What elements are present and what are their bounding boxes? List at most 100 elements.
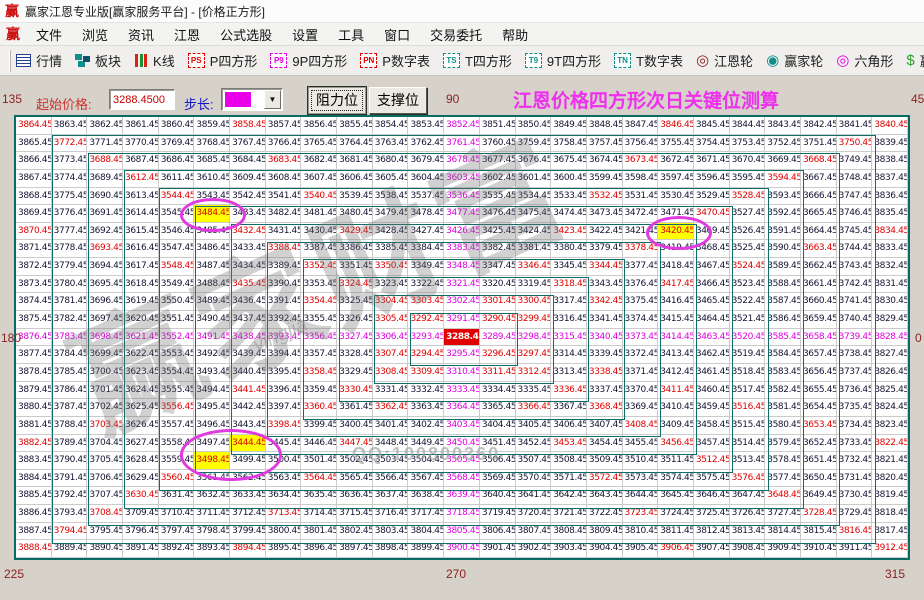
price-cell: 3288.45 xyxy=(444,329,480,347)
toolbar-item[interactable]: ◎江恩轮 xyxy=(696,51,753,70)
price-cell: 3617.45 xyxy=(123,258,159,276)
start-price-input[interactable] xyxy=(109,89,175,110)
menu-logo-icon: 赢 xyxy=(6,27,20,41)
price-cell: 3308.45 xyxy=(373,364,409,382)
price-cell: 3786.45 xyxy=(52,382,88,400)
menu-item[interactable]: 浏览 xyxy=(72,25,118,44)
price-cell: 3509.45 xyxy=(587,452,623,470)
menu-item[interactable]: 文件 xyxy=(26,25,72,44)
toolbar-item[interactable]: P99P四方形 xyxy=(270,51,347,70)
price-cell: 3379.45 xyxy=(587,240,623,258)
price-cell: 3840.45 xyxy=(872,117,908,135)
price-cell: 3353.45 xyxy=(301,276,337,294)
menu-item[interactable]: 公式选股 xyxy=(210,25,282,44)
chevron-down-icon[interactable]: ▼ xyxy=(264,90,281,109)
toolbar-item[interactable]: T99T四方形 xyxy=(525,51,601,70)
toolbar-item[interactable]: 板块 xyxy=(75,51,121,70)
main-content: 135 起始价格: 步长: ▼ 阻力位 支撑位 90 江恩价格四方形次日关键位测… xyxy=(0,76,924,600)
price-cell: 3745.45 xyxy=(837,223,873,241)
price-cell: 3728.45 xyxy=(801,505,837,523)
menu-item[interactable]: 江恩 xyxy=(164,25,210,44)
price-cell: 3596.45 xyxy=(694,170,730,188)
price-cell: 3744.45 xyxy=(837,240,873,258)
price-cell: 3470.45 xyxy=(694,205,730,223)
menu-item[interactable]: 帮助 xyxy=(492,25,538,44)
price-cell: 3570.45 xyxy=(516,470,552,488)
menu-item[interactable]: 窗口 xyxy=(374,25,420,44)
price-cell: 3463.45 xyxy=(694,329,730,347)
price-cell: 3556.45 xyxy=(159,399,195,417)
price-cell: 3437.45 xyxy=(230,311,266,329)
step-label: 步长: xyxy=(184,94,214,113)
menu-item[interactable]: 设置 xyxy=(282,25,328,44)
price-cell: 3314.45 xyxy=(551,346,587,364)
toolbar-item[interactable]: PSP四方形 xyxy=(188,51,258,70)
toolbar-item-label: 六角形 xyxy=(854,51,893,70)
price-cell: 3647.45 xyxy=(730,487,766,505)
price-cell: 3453.45 xyxy=(551,435,587,453)
toolbar-item[interactable]: TST四方形 xyxy=(443,51,512,70)
price-cell: 3599.45 xyxy=(587,170,623,188)
price-cell: 3566.45 xyxy=(373,470,409,488)
price-cell: 3687.45 xyxy=(123,152,159,170)
toolbar-item-label: P四方形 xyxy=(210,51,258,70)
price-cell: 3343.45 xyxy=(587,276,623,294)
toolbar-item[interactable]: 行情 xyxy=(16,51,62,70)
price-cell: 3816.45 xyxy=(837,523,873,541)
toolbar-item[interactable]: ◎六角形 xyxy=(836,51,893,70)
price-cell: 3499.45 xyxy=(230,452,266,470)
step-color-dropdown[interactable]: ▼ xyxy=(221,88,283,111)
price-cell: 3653.45 xyxy=(801,417,837,435)
support-button[interactable]: 支撑位 xyxy=(369,87,427,114)
price-cell: 3904.45 xyxy=(587,540,623,558)
price-cell: 3911.45 xyxy=(837,540,873,558)
price-cell: 3607.45 xyxy=(301,170,337,188)
price-cell: 3869.45 xyxy=(16,205,52,223)
price-cell: 3589.45 xyxy=(765,258,801,276)
price-cell: 3769.45 xyxy=(159,135,195,153)
price-cell: 3538.45 xyxy=(373,188,409,206)
price-cell: 3709.45 xyxy=(123,505,159,523)
price-cell: 3732.45 xyxy=(837,452,873,470)
menu-bar: 赢 文件浏览资讯江恩公式选股设置工具窗口交易委托帮助 xyxy=(0,23,924,46)
price-cell: 3362.45 xyxy=(373,399,409,417)
step-color-swatch xyxy=(225,92,251,107)
price-cell: 3489.45 xyxy=(194,293,230,311)
price-cell: 3613.45 xyxy=(123,188,159,206)
price-cell: 3372.45 xyxy=(623,346,659,364)
price-cell: 3358.45 xyxy=(301,364,337,382)
price-cell: 3461.45 xyxy=(694,364,730,382)
price-cell: 3552.45 xyxy=(159,329,195,347)
price-cell: 3814.45 xyxy=(765,523,801,541)
price-cell: 3313.45 xyxy=(551,364,587,382)
price-grid: 3864.453863.453862.453861.453860.453859.… xyxy=(16,117,908,558)
price-cell: 3813.45 xyxy=(730,523,766,541)
price-cell: 3801.45 xyxy=(301,523,337,541)
toolbar-item[interactable]: $赢家服务 xyxy=(906,51,924,70)
price-cell: 3703.45 xyxy=(87,417,123,435)
price-cell: 3299.45 xyxy=(516,311,552,329)
toolbar-item[interactable]: TNT数字表 xyxy=(614,51,683,70)
price-cell: 3520.45 xyxy=(730,329,766,347)
toolbar-item[interactable]: PNP数字表 xyxy=(360,51,430,70)
resistance-button[interactable]: 阻力位 xyxy=(308,87,366,114)
price-cell: 3540.45 xyxy=(301,188,337,206)
menu-item[interactable]: 资讯 xyxy=(118,25,164,44)
price-cell: 3456.45 xyxy=(658,435,694,453)
price-cell: 3651.45 xyxy=(801,452,837,470)
price-cell: 3837.45 xyxy=(872,170,908,188)
price-cell: 3579.45 xyxy=(765,435,801,453)
menu-item[interactable]: 工具 xyxy=(328,25,374,44)
price-cell: 3521.45 xyxy=(730,311,766,329)
price-cell: 3536.45 xyxy=(444,188,480,206)
toolbar-item[interactable]: K线 xyxy=(134,51,175,70)
price-cell: 3342.45 xyxy=(587,293,623,311)
price-cell: 3528.45 xyxy=(730,188,766,206)
price-cell: 3419.45 xyxy=(658,240,694,258)
price-cell: 3760.45 xyxy=(480,135,516,153)
toolbar-item[interactable]: ◉赢家轮 xyxy=(766,51,823,70)
price-cell: 3867.45 xyxy=(16,170,52,188)
price-cell: 3806.45 xyxy=(480,523,516,541)
price-cell: 3355.45 xyxy=(301,311,337,329)
menu-item[interactable]: 交易委托 xyxy=(420,25,492,44)
